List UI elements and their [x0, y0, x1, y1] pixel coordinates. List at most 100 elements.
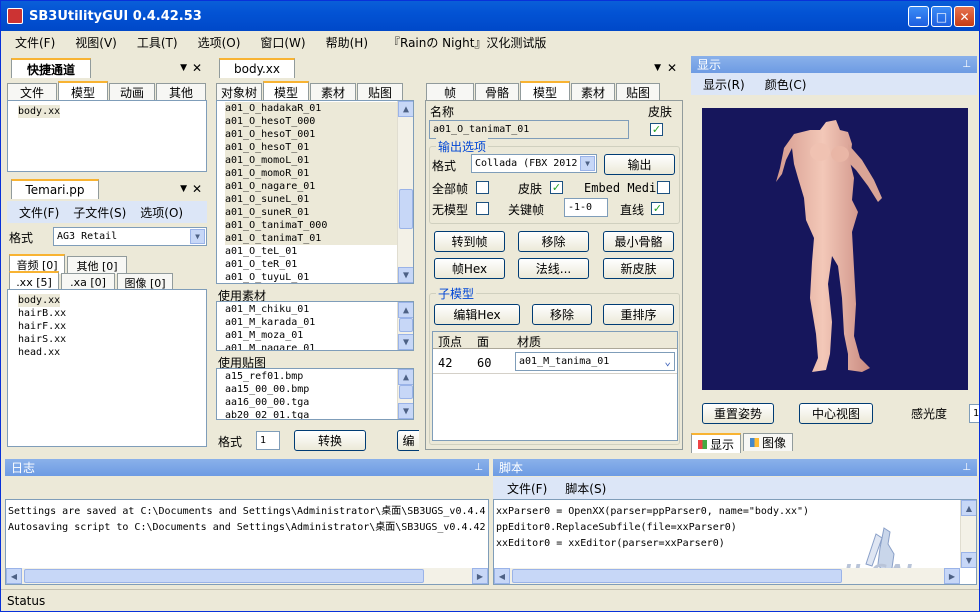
- list-item[interactable]: a01_O_hesoT_001: [225, 128, 405, 141]
- close-icon[interactable]: ✕: [192, 182, 202, 196]
- list-item[interactable]: body.xx: [18, 294, 61, 307]
- list-item[interactable]: a01_M_moza_01: [225, 329, 405, 342]
- xx-tab-texture[interactable]: 贴图: [357, 83, 403, 101]
- script-menu-script[interactable]: 脚本(S): [565, 480, 606, 497]
- list-item[interactable]: a01_O_hadakaR_01: [225, 102, 405, 115]
- scroll-thumb[interactable]: [399, 318, 413, 332]
- sensitivity-input[interactable]: 1: [969, 404, 979, 423]
- quick-tab-other[interactable]: 其他: [156, 83, 206, 101]
- scroll-thumb[interactable]: [24, 569, 424, 583]
- list-item[interactable]: a01_O_tanimaT_000: [225, 219, 405, 232]
- pp-tab-other[interactable]: 其他 [0]: [67, 256, 127, 274]
- reorder-button[interactable]: 重排序: [603, 304, 674, 325]
- pp-tab[interactable]: Temari.pp: [11, 179, 99, 199]
- chevron-down-icon[interactable]: ▼: [580, 156, 595, 171]
- list-item[interactable]: a01_O_suneR_01: [225, 206, 405, 219]
- reset-pose-button[interactable]: 重置姿势: [702, 403, 774, 424]
- list-item[interactable]: a01_O_tanimaT_01: [225, 232, 405, 245]
- scroll-down-icon[interactable]: ▼: [961, 552, 976, 568]
- log-hscroll[interactable]: ◀ ▶: [6, 568, 488, 584]
- list-item[interactable]: a01_O_teL_01: [225, 245, 405, 258]
- xx-format-input[interactable]: 1: [256, 431, 280, 450]
- scroll-left-icon[interactable]: ◀: [6, 568, 22, 584]
- minimize-button[interactable]: –: [908, 6, 929, 27]
- pp-menu-subfile[interactable]: 子文件(S): [73, 204, 126, 221]
- nomesh-checkbox[interactable]: [476, 202, 489, 215]
- materials-scrollbar[interactable]: ▲ ▼: [397, 302, 413, 350]
- list-item[interactable]: a01_O_momoR_01: [225, 167, 405, 180]
- menu-window[interactable]: 窗口(W): [260, 34, 305, 51]
- scroll-down-icon[interactable]: ▼: [398, 267, 413, 283]
- display-tab-image[interactable]: 图像: [743, 433, 793, 451]
- close-icon[interactable]: ✕: [667, 61, 677, 75]
- list-item[interactable]: body.xx: [18, 105, 61, 118]
- skin-checkbox[interactable]: ✓: [650, 123, 663, 136]
- list-item[interactable]: a01_M_nagare_01: [225, 342, 405, 350]
- scroll-up-icon[interactable]: ▲: [398, 302, 413, 318]
- new-skin-button[interactable]: 新皮肤: [603, 258, 674, 279]
- quick-tab-model[interactable]: 模型: [58, 81, 108, 101]
- list-item[interactable]: aa15_00_00.bmp: [225, 383, 405, 396]
- table-row[interactable]: 42 60 a01_M_tanima_01 ⌄: [433, 350, 677, 374]
- quick-tab-anim[interactable]: 动画: [109, 83, 155, 101]
- linear-checkbox[interactable]: ✓: [651, 202, 664, 215]
- menu-view[interactable]: 视图(V): [75, 34, 117, 51]
- sub-remove-button[interactable]: 移除: [532, 304, 592, 325]
- menu-help[interactable]: 帮助(H): [326, 34, 368, 51]
- xx-tab-model[interactable]: 模型: [263, 81, 309, 101]
- list-item[interactable]: hairF.xx: [18, 320, 196, 333]
- list-item[interactable]: ab20_02_01.tga: [225, 409, 405, 419]
- col-material[interactable]: 材质: [517, 333, 541, 350]
- menu-tools[interactable]: 工具(T): [137, 34, 178, 51]
- render-viewport[interactable]: [702, 108, 968, 390]
- xx-tab-tree[interactable]: 对象树: [216, 83, 262, 101]
- list-item[interactable]: a01_O_nagare_01: [225, 180, 405, 193]
- mesh-list-scrollbar[interactable]: ▲ ▼: [397, 101, 413, 283]
- list-item[interactable]: a01_O_momoL_01: [225, 154, 405, 167]
- title-bar[interactable]: SB3UtilityGUI 0.4.42.53 – □ ✕: [1, 1, 979, 31]
- pp-menu-file[interactable]: 文件(F): [19, 204, 59, 221]
- script-menu-file[interactable]: 文件(F): [507, 480, 547, 497]
- chevron-down-icon[interactable]: ⌄: [664, 355, 671, 368]
- export-format-select[interactable]: Collada (FBX 2012 ▼: [471, 154, 597, 173]
- scroll-down-icon[interactable]: ▼: [398, 403, 413, 419]
- scroll-up-icon[interactable]: ▲: [961, 500, 976, 516]
- pp-format-select[interactable]: AG3 Retail ▼: [53, 227, 207, 246]
- scroll-up-icon[interactable]: ▲: [398, 369, 413, 385]
- goto-frame-button[interactable]: 转到帧: [434, 231, 505, 252]
- display-menu-render[interactable]: 显示(R): [703, 76, 745, 93]
- pp-menu-options[interactable]: 选项(O): [140, 204, 183, 221]
- close-button[interactable]: ✕: [954, 6, 975, 27]
- mesh-tab-material[interactable]: 素材: [571, 83, 615, 101]
- list-item[interactable]: aa16_00_00.tga: [225, 396, 405, 409]
- list-item[interactable]: a01_O_teR_01: [225, 258, 405, 271]
- list-item[interactable]: a01_M_chiku_01: [225, 303, 405, 316]
- pin-icon[interactable]: ⊥: [962, 59, 971, 70]
- convert-button[interactable]: 转换: [294, 430, 366, 451]
- list-item[interactable]: a01_O_hesoT_000: [225, 115, 405, 128]
- log-text[interactable]: Settings are saved at C:\Documents and S…: [5, 499, 489, 585]
- dropdown-icon[interactable]: ▼: [180, 63, 187, 73]
- remove-button[interactable]: 移除: [518, 231, 589, 252]
- list-item[interactable]: hairB.xx: [18, 307, 196, 320]
- pin-icon[interactable]: ⊥: [962, 462, 971, 473]
- mesh-tab-frame[interactable]: 帧: [426, 83, 474, 101]
- scroll-thumb[interactable]: [512, 569, 842, 583]
- maximize-button[interactable]: □: [931, 6, 952, 27]
- display-tab-render[interactable]: 显示: [691, 433, 741, 453]
- edit-button[interactable]: 编: [397, 430, 419, 451]
- dropdown-icon[interactable]: ▼: [180, 184, 187, 194]
- scroll-down-icon[interactable]: ▼: [398, 334, 413, 350]
- embed-checkbox[interactable]: [657, 181, 670, 194]
- scroll-thumb[interactable]: [399, 385, 413, 399]
- xx-tab[interactable]: body.xx: [219, 58, 295, 78]
- keyframe-input[interactable]: -1-0: [564, 198, 608, 217]
- menu-options[interactable]: 选项(O): [198, 34, 241, 51]
- list-item[interactable]: head.xx: [18, 346, 196, 359]
- chevron-down-icon[interactable]: ▼: [190, 229, 205, 244]
- mesh-tab-model[interactable]: 模型: [520, 81, 570, 101]
- close-icon[interactable]: ✕: [192, 61, 202, 75]
- export-button[interactable]: 输出: [604, 154, 675, 175]
- allframes-checkbox[interactable]: [476, 181, 489, 194]
- frame-hex-button[interactable]: 帧Hex: [434, 258, 505, 279]
